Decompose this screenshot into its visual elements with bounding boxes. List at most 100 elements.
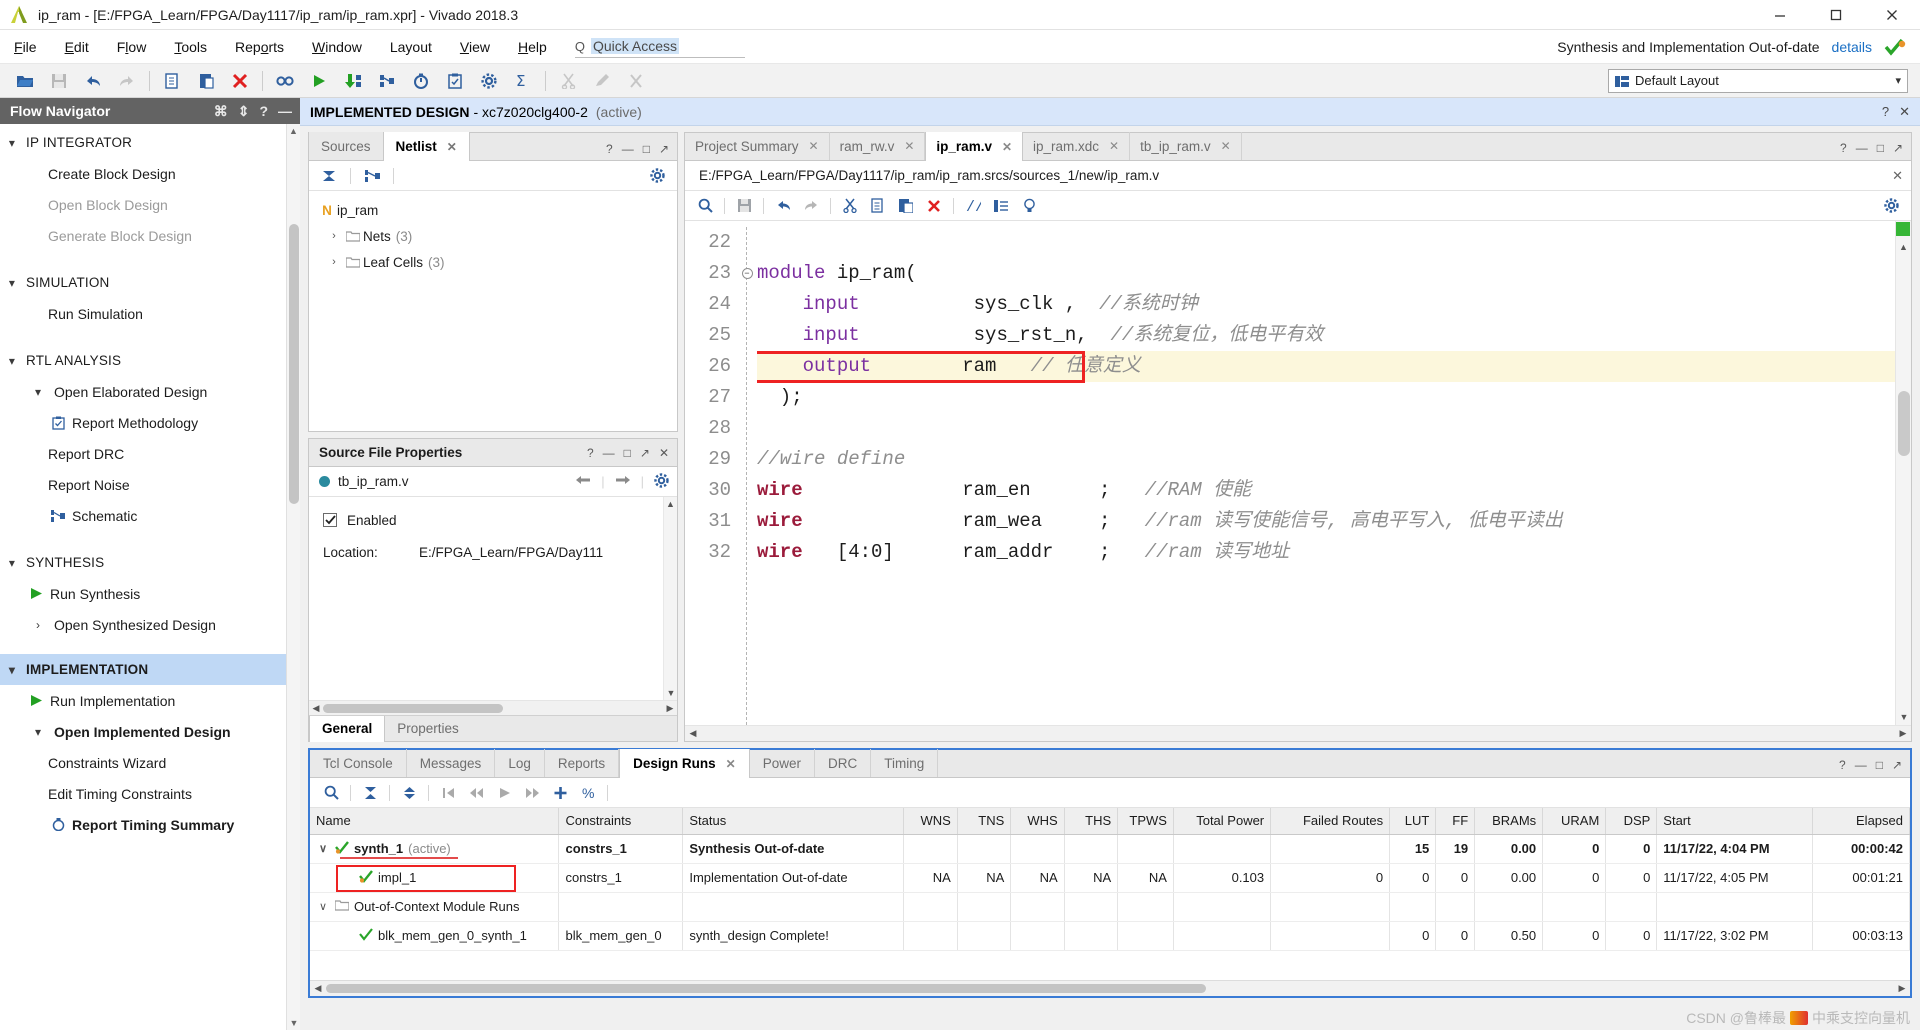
float-panel-icon[interactable]: ↗ [659,142,669,156]
sidebar-item-run-implementation[interactable]: Run Implementation [0,685,286,716]
column-header[interactable]: Constraints [558,808,684,835]
help-icon[interactable]: ? [587,446,594,460]
settings-icon[interactable] [654,472,669,491]
enabled-checkbox[interactable] [323,513,337,527]
column-header[interactable]: WNS [903,808,958,835]
sidebar-item-constraints-wizard[interactable]: Constraints Wizard [0,747,286,778]
column-header[interactable]: Failed Routes [1270,808,1391,835]
sidebar-item-open-synthesized-design[interactable]: › Open Synthesized Design [0,609,286,640]
column-header[interactable]: URAM [1542,808,1607,835]
netlist-root-item[interactable]: N ip_ram [309,197,677,223]
column-header[interactable]: TNS [957,808,1012,835]
netlist-item-nets[interactable]: › Nets (3) [309,223,677,249]
sidebar-item-open-implemented-design[interactable]: ▾ Open Implemented Design [0,716,286,747]
column-header[interactable]: WHS [1010,808,1065,835]
scroll-thumb[interactable] [323,703,503,713]
close-tab-icon[interactable]: ✕ [904,139,914,153]
float-panel-icon[interactable]: ↗ [640,446,650,460]
settings-icon[interactable] [1879,195,1903,217]
close-icon[interactable] [1864,0,1920,30]
menu-view[interactable]: View [446,30,504,64]
scroll-thumb[interactable] [1898,391,1910,456]
tab-sources[interactable]: Sources [309,132,383,160]
sidebar-item-open-elaborated-design[interactable]: ▾ Open Elaborated Design [0,376,286,407]
scroll-right-icon[interactable]: ▶ [1895,728,1911,739]
menu-window[interactable]: Window [298,30,376,64]
tab-reports[interactable]: Reports [545,749,620,777]
close-panel-icon[interactable]: ✕ [659,446,669,460]
column-header[interactable]: Start [1656,808,1813,835]
minimize-panel-icon[interactable]: — [1855,758,1867,772]
column-header[interactable]: FF [1435,808,1476,835]
code-line[interactable] [757,413,1895,444]
close-tab-icon[interactable]: ✕ [1109,139,1119,153]
tab-messages[interactable]: Messages [407,749,496,777]
flownav-section-implementation[interactable]: ▾ IMPLEMENTATION [0,654,286,685]
menu-layout[interactable]: Layout [376,30,446,64]
sidebar-item-schematic[interactable]: Schematic [0,500,286,531]
tab-project-summary[interactable]: Project Summary ✕ [685,132,830,160]
code-line[interactable]: wire ram_en ; //RAM 使能 [757,475,1895,506]
sum-icon[interactable]: Σ [506,66,540,96]
chevron-down-icon[interactable]: ∨ [316,900,330,913]
tab-general[interactable]: General [309,715,386,742]
help-icon[interactable]: ? [606,142,613,156]
minimize-panel-icon[interactable]: — [278,103,292,119]
code-line[interactable] [757,227,1895,258]
delete-icon[interactable] [223,66,257,96]
maximize-icon[interactable] [1808,0,1864,30]
schematic-icon[interactable] [360,165,384,187]
column-header[interactable]: DSP [1605,808,1658,835]
help-icon[interactable]: ? [1882,104,1889,120]
code-line[interactable]: wire ram_wea ; //ram 读写使能信号, 高电平写入, 低电平读… [757,506,1895,537]
tab-ram-rw-v[interactable]: ram_rw.v ✕ [830,132,926,160]
code-line[interactable]: input sys_rst_n, //系统复位，低电平有效 [757,320,1895,351]
bulb-icon[interactable] [1017,195,1041,217]
undo-icon[interactable] [771,195,795,217]
run-icon[interactable] [302,66,336,96]
editor-vertical-scrollbar[interactable]: ▲ ▼ [1895,221,1911,725]
menu-reports[interactable]: Reports [221,30,298,64]
details-link[interactable]: details [1832,39,1872,55]
minimize-panel-icon[interactable]: — [622,142,634,156]
collapse-all-icon[interactable] [317,165,341,187]
prev-icon[interactable] [463,781,489,805]
sidebar-item-run-simulation[interactable]: Run Simulation [0,298,286,329]
tab-tb-ip-ram-v[interactable]: tb_ip_ram.v ✕ [1130,132,1242,160]
maximize-panel-icon[interactable]: □ [1877,141,1884,155]
fold-collapse-icon[interactable]: − [741,268,753,279]
download-bitstream-icon[interactable] [336,66,370,96]
scroll-left-icon[interactable]: ◀ [685,728,701,739]
tab-ip-ram-v[interactable]: ip_ram.v ✕ [925,132,1024,161]
fold-marker[interactable]: − [737,258,757,289]
indent-icon[interactable] [989,195,1013,217]
maximize-panel-icon[interactable]: □ [624,446,631,460]
menu-tools[interactable]: Tools [160,30,221,64]
scroll-up-icon[interactable]: ▲ [287,124,300,138]
column-header[interactable]: Status [682,808,905,835]
tab-properties[interactable]: Properties [385,716,471,742]
code-line[interactable]: output ram // 任意定义 [757,351,1895,382]
collapse-all-icon[interactable]: ⌘ [214,103,228,120]
column-header[interactable]: Elapsed [1812,808,1911,835]
save-icon[interactable] [42,66,76,96]
tab-log[interactable]: Log [495,749,545,777]
help-icon[interactable]: ? [1840,141,1847,155]
column-header[interactable]: THS [1064,808,1119,835]
tab-timing[interactable]: Timing [871,749,939,777]
search-icon[interactable] [318,781,344,805]
sidebar-item-report-drc[interactable]: Report DRC [0,438,286,469]
close-icon[interactable]: ✕ [1899,104,1910,120]
tab-design-runs[interactable]: Design Runs ✕ [619,749,750,778]
code-surface[interactable]: 22 23 24 25 26 27 28 29 30 31 32 − module ip_ram( … [685,221,1895,725]
collapse-all-icon[interactable] [357,781,383,805]
back-icon[interactable] [575,474,591,489]
expand-all-icon[interactable] [396,781,422,805]
menu-edit[interactable]: Edit [51,30,103,64]
report-icon[interactable] [438,66,472,96]
delete-icon[interactable] [922,195,946,217]
minimize-panel-icon[interactable]: — [603,446,615,460]
column-header[interactable]: TPWS [1117,808,1174,835]
sidebar-item-edit-timing-constraints[interactable]: Edit Timing Constraints [0,778,286,809]
float-panel-icon[interactable]: ↗ [1892,758,1902,772]
